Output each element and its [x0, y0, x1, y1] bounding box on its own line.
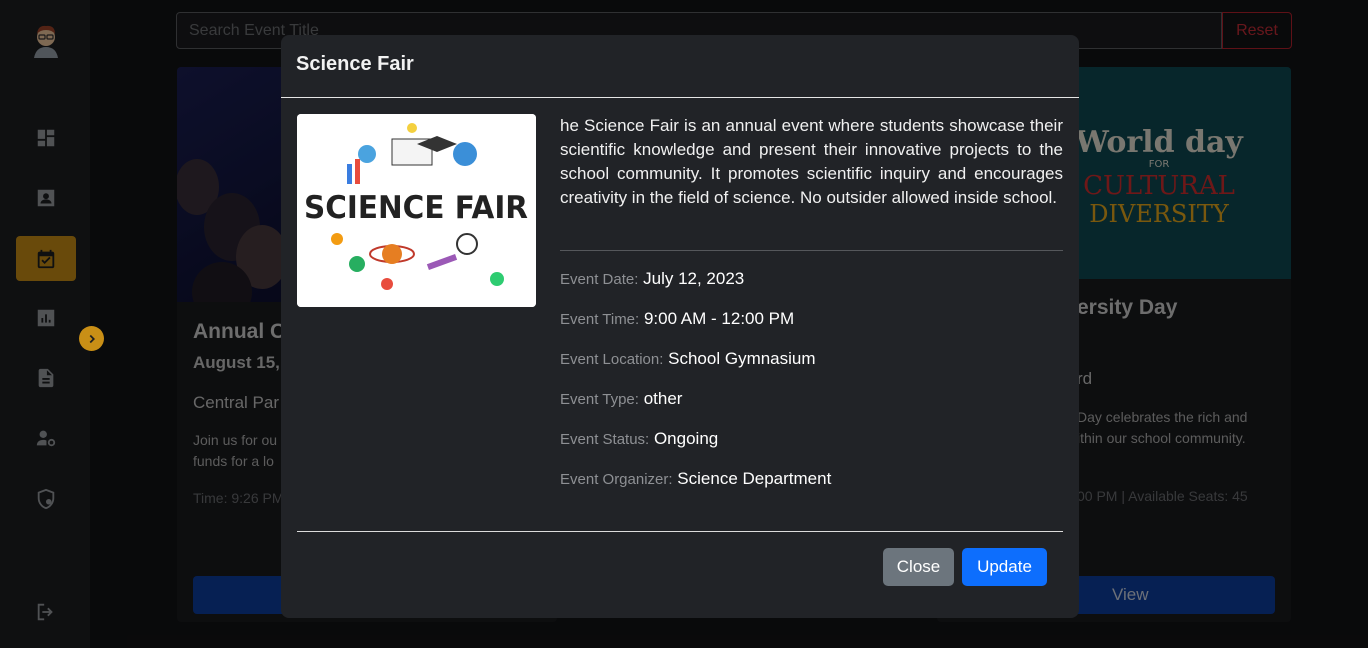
event-image: SCIENCE FAIR	[297, 114, 536, 307]
event-organizer: Event Organizer: Science Department	[560, 469, 832, 488]
modal-title: Science Fair	[296, 53, 414, 75]
divider	[297, 531, 1063, 532]
event-time: Event Time: 9:00 AM - 12:00 PM	[560, 309, 795, 328]
divider	[281, 97, 1079, 98]
svg-text:SCIENCE FAIR: SCIENCE FAIR	[304, 190, 528, 226]
sidebar-toggle-button[interactable]	[79, 326, 104, 351]
event-location: Event Location: School Gymnasium	[560, 349, 816, 368]
divider	[560, 250, 1063, 251]
event-date: Event Date: July 12, 2023	[560, 269, 745, 288]
update-button[interactable]: Update	[962, 548, 1047, 586]
event-type: Event Type: other	[560, 389, 683, 408]
close-button[interactable]: Close	[883, 548, 954, 586]
chevron-right-icon	[89, 334, 95, 343]
event-description: he Science Fair is an annual event where…	[560, 116, 1063, 207]
event-details-modal: Science Fair SCIENCE FAIR he Science Fai…	[281, 35, 1079, 618]
event-status: Event Status: Ongoing	[560, 429, 719, 448]
